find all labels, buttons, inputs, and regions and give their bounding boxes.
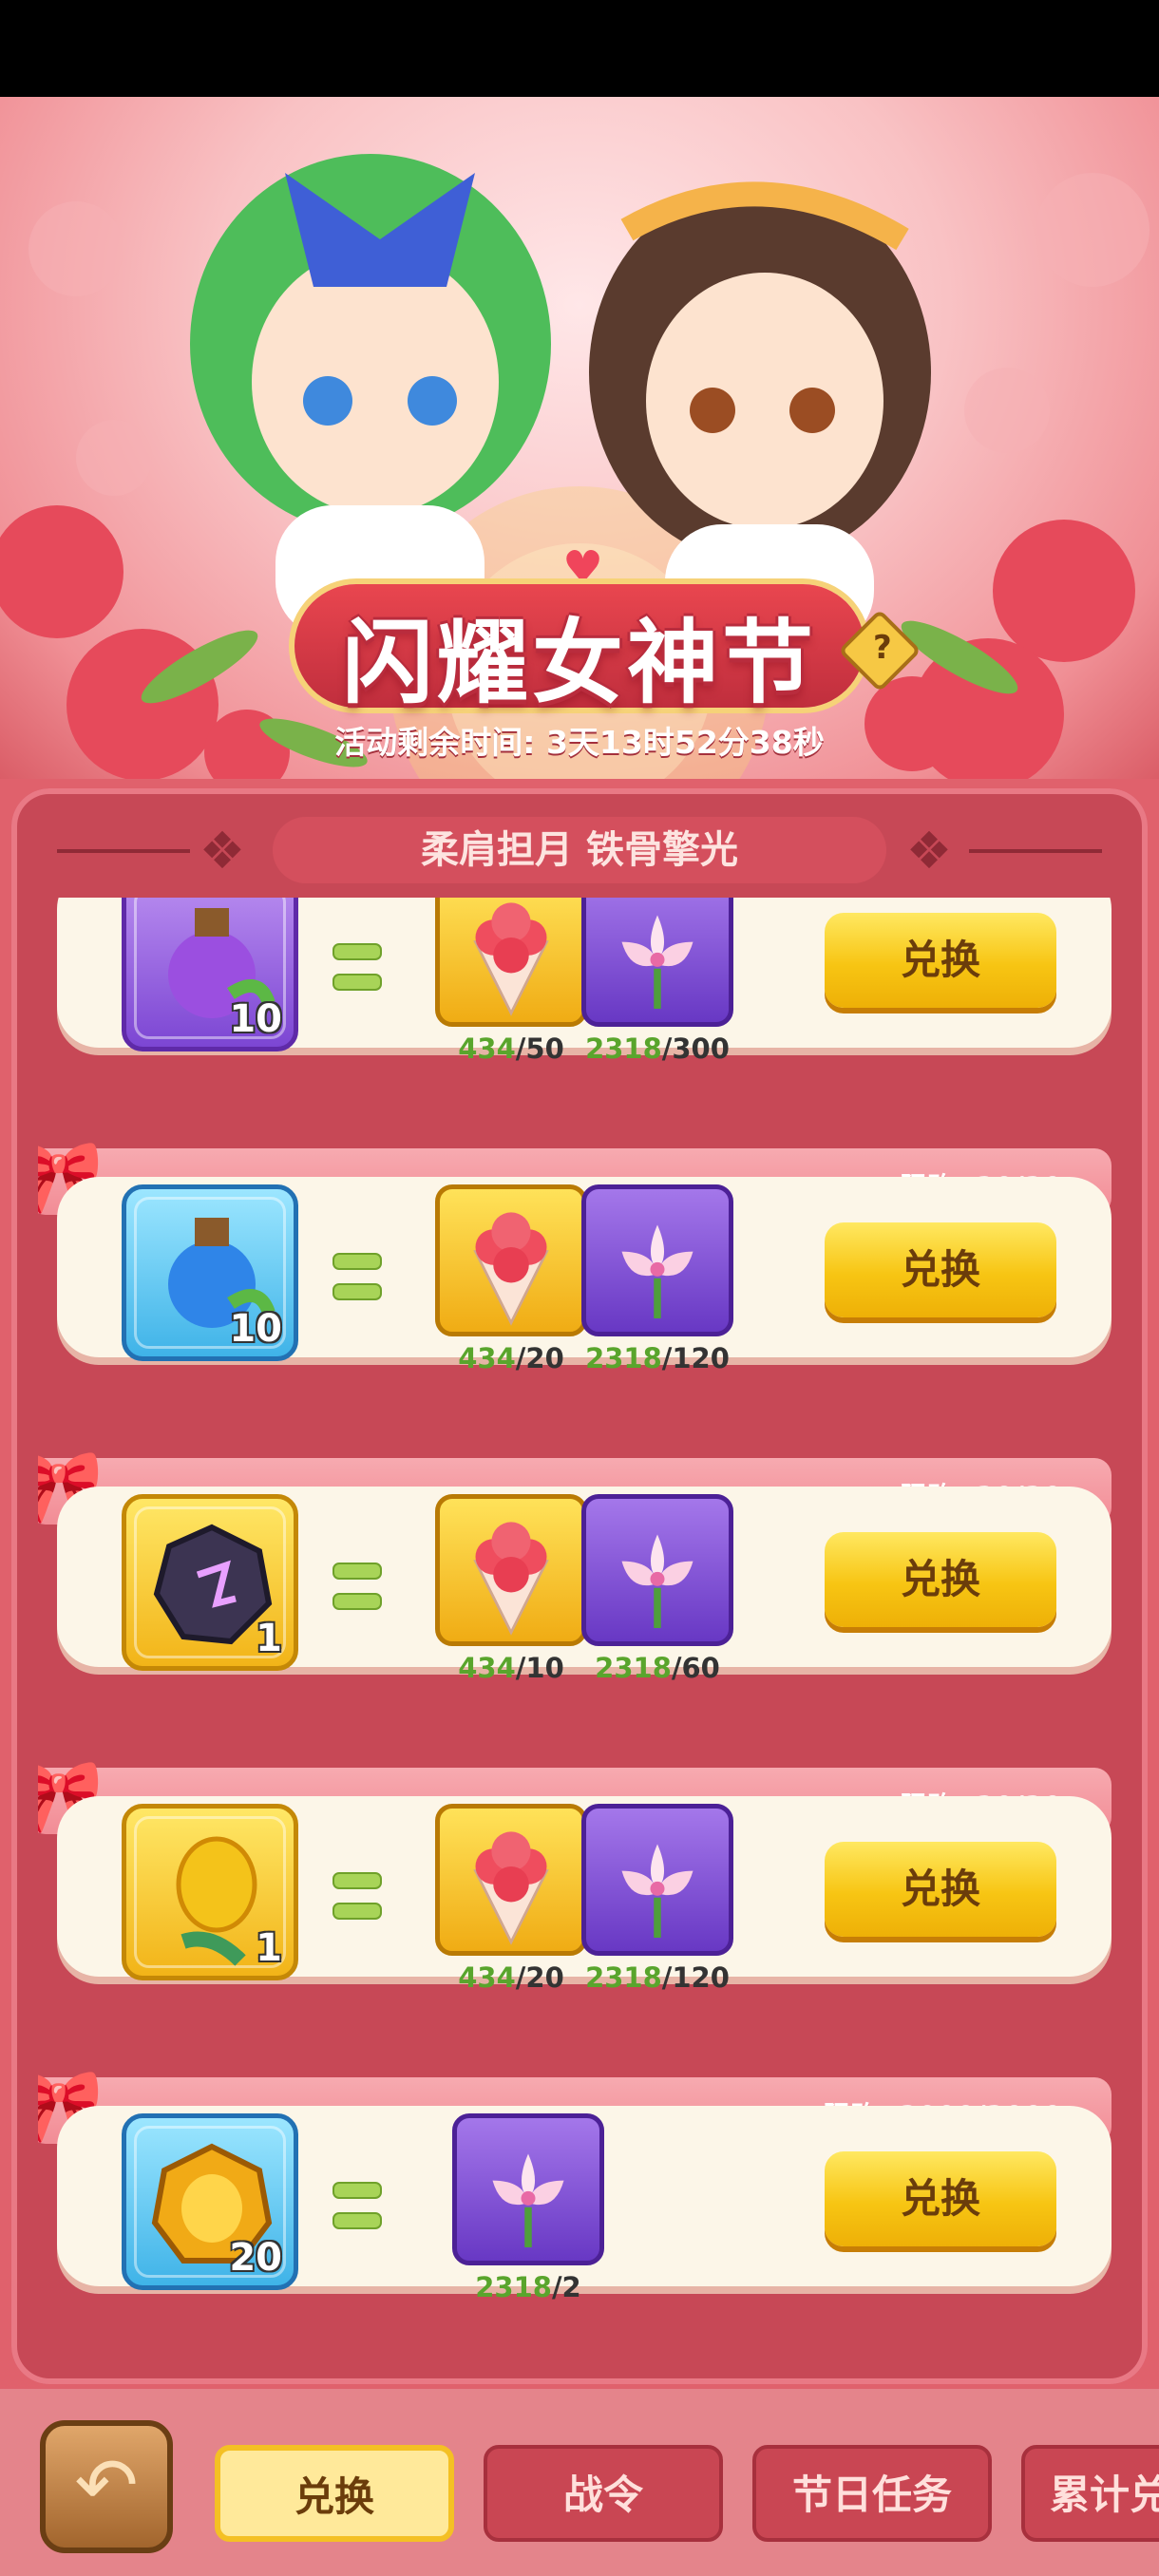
required-amount: /10 bbox=[515, 1652, 564, 1684]
required-amount: /120 bbox=[661, 1961, 730, 1994]
required-amount: /20 bbox=[515, 1342, 564, 1374]
cost-count: 2318/2 bbox=[433, 2271, 623, 2303]
required-amount: /300 bbox=[661, 1032, 730, 1065]
exchange-button[interactable]: 兑换 bbox=[825, 1222, 1056, 1317]
reward-quantity: 10 bbox=[229, 1307, 282, 1351]
owned-amount: 434 bbox=[458, 1342, 516, 1374]
cost-slot[interactable] bbox=[581, 1804, 733, 1956]
cost-slot[interactable] bbox=[435, 1494, 587, 1646]
cost-count: 2318/60 bbox=[562, 1652, 752, 1684]
rose-bouquet-icon bbox=[473, 1212, 549, 1326]
tab-festival-tasks[interactable]: 节日任务 bbox=[752, 2445, 992, 2542]
equals-icon bbox=[332, 2182, 382, 2229]
required-amount: /2 bbox=[551, 2271, 581, 2303]
status-bar bbox=[0, 0, 1159, 97]
owned-amount: 2318 bbox=[585, 1032, 662, 1065]
owned-amount: 2318 bbox=[595, 1652, 672, 1684]
back-button[interactable]: ↶ bbox=[40, 2420, 173, 2553]
equals-icon bbox=[332, 1872, 382, 1920]
tab-battle-pass[interactable]: 战令 bbox=[484, 2445, 723, 2542]
equals-icon bbox=[332, 943, 382, 991]
equals-icon bbox=[332, 1563, 382, 1610]
cost-slot[interactable] bbox=[435, 1804, 587, 1956]
reward-quantity: 1 bbox=[256, 1926, 282, 1970]
exchange-row: 🎀限购: 20/2010434/202318/120兑换 bbox=[38, 1141, 1112, 1386]
ornament-right-icon: ❖ bbox=[905, 821, 953, 881]
lily-flower-icon bbox=[621, 915, 694, 1009]
cost-slot[interactable] bbox=[581, 1494, 733, 1646]
exchange-button[interactable]: 兑换 bbox=[825, 2151, 1056, 2246]
owned-amount: 2318 bbox=[585, 1342, 662, 1374]
cost-slot[interactable] bbox=[435, 898, 587, 1027]
reward-quantity: 10 bbox=[229, 997, 282, 1041]
reward-quantity: 20 bbox=[229, 2236, 282, 2280]
event-title: 闪耀女神节 bbox=[342, 610, 817, 716]
exchange-row: 🎀限购: 20/201434/102318/60兑换 bbox=[38, 1450, 1112, 1695]
cost-slot[interactable] bbox=[435, 1184, 587, 1336]
exchange-button[interactable]: 兑换 bbox=[825, 1842, 1056, 1937]
owned-amount: 434 bbox=[458, 1961, 516, 1994]
cost-count: 2318/120 bbox=[562, 1961, 752, 1994]
equals-icon bbox=[332, 1253, 382, 1300]
exchange-row: 🎀限购: 20/201434/202318/120兑换 bbox=[38, 1760, 1112, 2005]
cost-slot[interactable] bbox=[452, 2113, 604, 2265]
cost-count: 2318/300 bbox=[562, 1032, 752, 1065]
exchange-row: 🎀限购: 2000/2000202318/2兑换 bbox=[38, 2070, 1112, 2315]
required-amount: /20 bbox=[515, 1961, 564, 1994]
back-arrow-icon: ↶ bbox=[74, 2441, 139, 2529]
lily-flower-icon bbox=[621, 1224, 694, 1318]
exchange-button[interactable]: 兑换 bbox=[825, 913, 1056, 1008]
required-amount: /120 bbox=[661, 1342, 730, 1374]
rose-bouquet-icon bbox=[473, 902, 549, 1016]
panel-subtitle: 柔肩担月 铁骨擎光 bbox=[273, 817, 886, 883]
tab-exchange[interactable]: 兑换 bbox=[215, 2445, 454, 2542]
owned-amount: 434 bbox=[458, 1652, 516, 1684]
reward-slot[interactable]: 10 bbox=[122, 1184, 298, 1361]
cost-slot[interactable] bbox=[581, 1184, 733, 1336]
cost-slot[interactable] bbox=[581, 898, 733, 1027]
exchange-row: 10 434/50 2318/300 兑换 bbox=[38, 898, 1112, 1076]
exchange-button[interactable]: 兑换 bbox=[825, 1532, 1056, 1627]
owned-amount: 434 bbox=[458, 1032, 516, 1065]
owned-amount: 2318 bbox=[475, 2271, 552, 2303]
owned-amount: 2318 bbox=[585, 1961, 662, 1994]
tab-cumulative[interactable]: 累计兑 bbox=[1021, 2445, 1159, 2542]
rose-bouquet-icon bbox=[473, 1522, 549, 1636]
rose-bouquet-icon bbox=[473, 1831, 549, 1945]
cost-count: 2318/120 bbox=[562, 1342, 752, 1374]
reward-quantity: 1 bbox=[256, 1617, 282, 1660]
exchange-list[interactable]: 10434/502318/300兑换🎀限购: 20/2010434/202318… bbox=[38, 898, 1121, 2341]
reward-slot[interactable]: 1 bbox=[122, 1494, 298, 1671]
required-amount: /60 bbox=[671, 1652, 720, 1684]
divider-left bbox=[57, 849, 190, 853]
lily-flower-icon bbox=[492, 2153, 564, 2247]
divider-right bbox=[969, 849, 1102, 853]
reward-slot[interactable]: 1 bbox=[122, 1804, 298, 1980]
required-amount: /50 bbox=[515, 1032, 564, 1065]
reward-slot[interactable]: 10 bbox=[122, 898, 298, 1051]
reward-slot[interactable]: 20 bbox=[122, 2113, 298, 2290]
lily-flower-icon bbox=[621, 1844, 694, 1938]
ornament-left-icon: ❖ bbox=[199, 821, 246, 881]
lily-flower-icon bbox=[621, 1534, 694, 1628]
event-timer: 活动剩余时间: 3天13时52分38秒 bbox=[334, 724, 825, 761]
